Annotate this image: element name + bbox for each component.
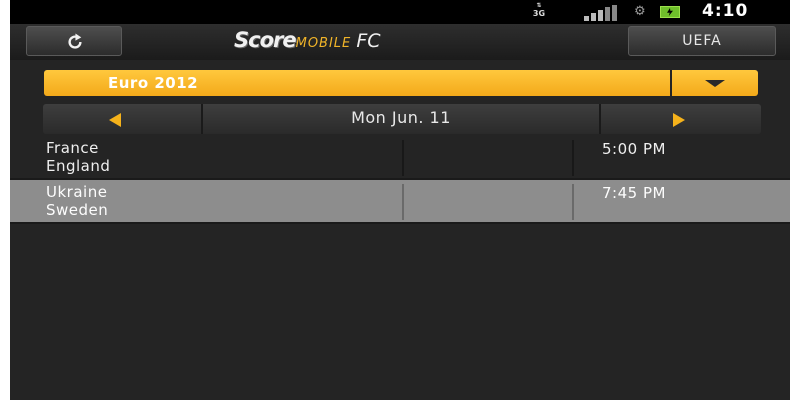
column-divider: [572, 184, 574, 220]
away-team: England: [46, 157, 111, 175]
signal-strength-icon: [584, 5, 618, 21]
match-teams: France England: [46, 139, 110, 175]
column-divider: [402, 140, 404, 176]
status-time: 4:10: [702, 1, 749, 21]
kickoff-time: 5:00 PM: [602, 140, 666, 158]
current-date: Mon Jun. 11: [351, 108, 451, 127]
next-date-button[interactable]: [599, 104, 759, 134]
battery-charging-icon: [660, 6, 680, 18]
previous-date-button[interactable]: [43, 104, 203, 134]
home-team: Ukraine: [46, 183, 108, 201]
refresh-icon: [68, 33, 82, 49]
arrow-left-icon: [109, 113, 121, 127]
scoremobile-fc-logo: ScoreMOBILE FC: [234, 28, 381, 52]
kickoff-time: 7:45 PM: [602, 184, 666, 202]
status-bar: ⇅ 3G ⚙ 4:10: [10, 0, 790, 24]
arrow-right-icon: [673, 113, 685, 127]
app-header: ScoreMOBILE FC UEFA: [10, 24, 790, 60]
match-row[interactable]: Ukraine Sweden 7:45 PM: [10, 180, 790, 224]
away-team: Sweden: [46, 201, 109, 219]
competition-selected-label[interactable]: Euro 2012: [44, 70, 670, 96]
column-divider: [402, 184, 404, 220]
competition-dropdown[interactable]: Euro 2012: [44, 70, 758, 96]
date-navigator: Mon Jun. 11: [43, 104, 761, 134]
competition-dropdown-toggle[interactable]: [672, 70, 758, 96]
app-screen: ⇅ 3G ⚙ 4:10 ScoreMOBILE FC UEFA Euro 201…: [10, 0, 790, 400]
uefa-button[interactable]: UEFA: [628, 26, 776, 56]
match-teams: Ukraine Sweden: [46, 183, 108, 219]
sync-icon: ⚙: [634, 4, 646, 19]
match-list: France England 5:00 PM Ukraine Sweden 7:…: [10, 136, 790, 224]
network-type-icon: ⇅ 3G: [532, 2, 546, 18]
column-divider: [572, 140, 574, 176]
refresh-button[interactable]: [26, 26, 122, 56]
home-team: France: [46, 139, 99, 157]
chevron-down-icon: [705, 80, 725, 87]
match-row[interactable]: France England 5:00 PM: [10, 136, 790, 180]
